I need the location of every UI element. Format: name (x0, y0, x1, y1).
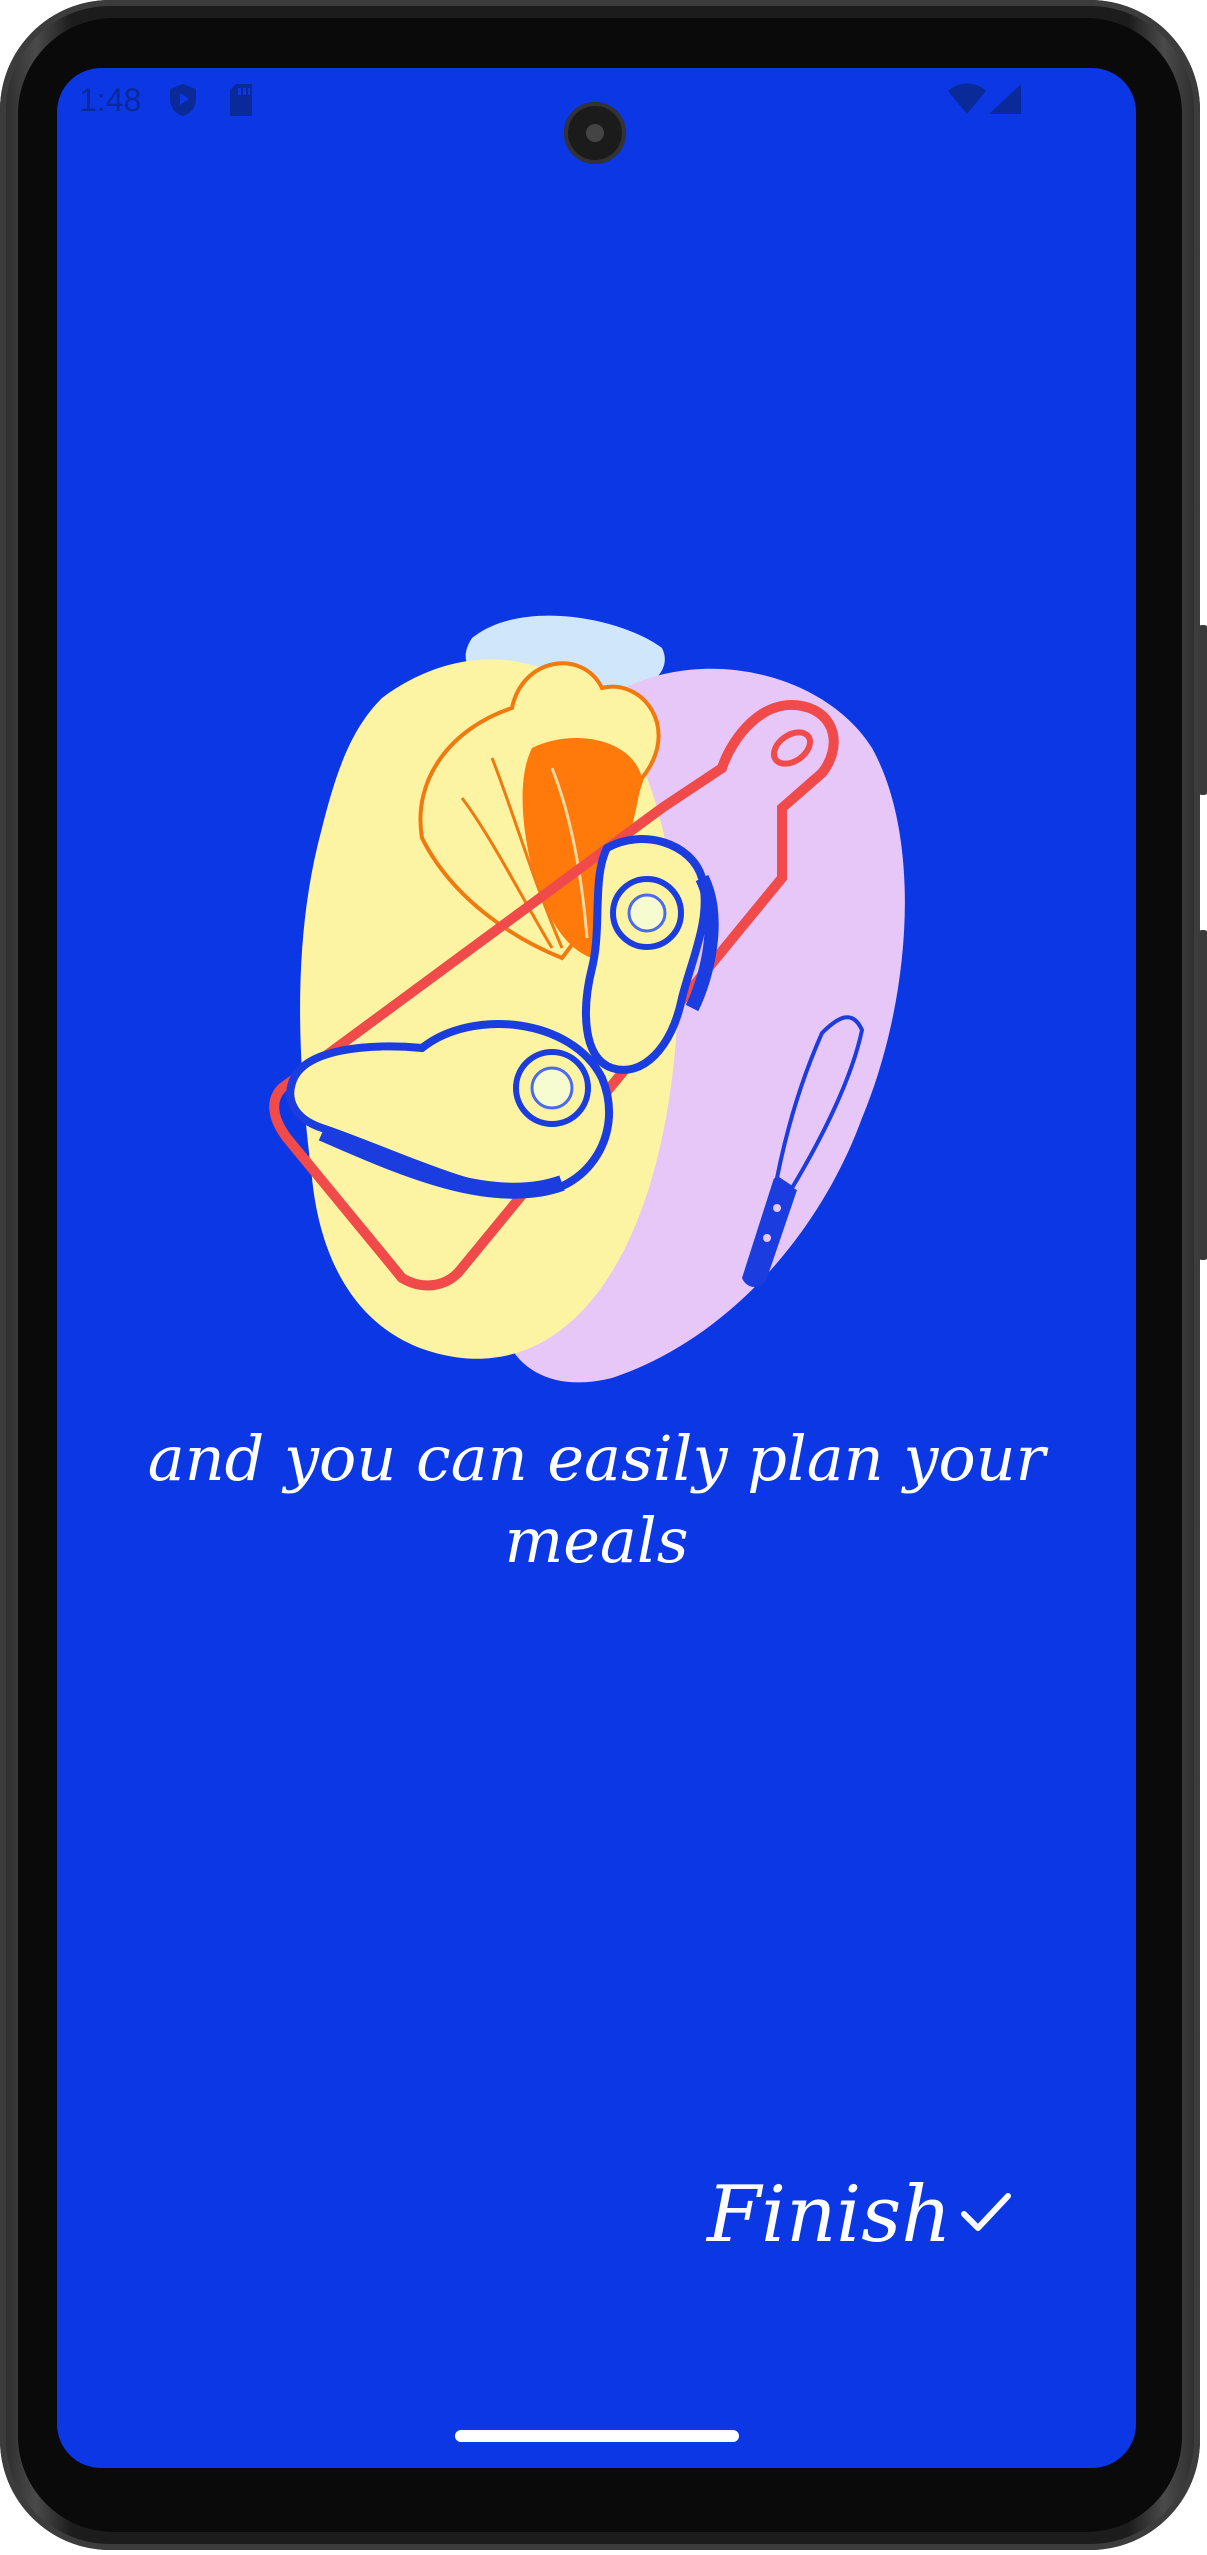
phone-frame: 1:48 and you can easily plan your meals … (0, 0, 1207, 2550)
home-indicator[interactable] (455, 2430, 739, 2442)
volume-button (1198, 930, 1207, 1260)
cutting-board-illustration (262, 578, 952, 1388)
status-time: 1:48 (79, 82, 142, 118)
shield-play-icon (167, 82, 199, 122)
finish-label: Finish (707, 2170, 952, 2260)
finish-button[interactable]: Finish (707, 2160, 1012, 2270)
front-camera (564, 102, 626, 164)
screen: 1:48 and you can easily plan your meals … (57, 68, 1136, 2468)
sd-card-icon (227, 82, 255, 122)
power-button (1198, 625, 1207, 795)
check-icon (960, 2190, 1012, 2240)
wifi-icon (947, 82, 987, 120)
onboarding-caption: and you can easily plan your meals (147, 1422, 1046, 1577)
cell-signal-icon (987, 82, 1023, 120)
